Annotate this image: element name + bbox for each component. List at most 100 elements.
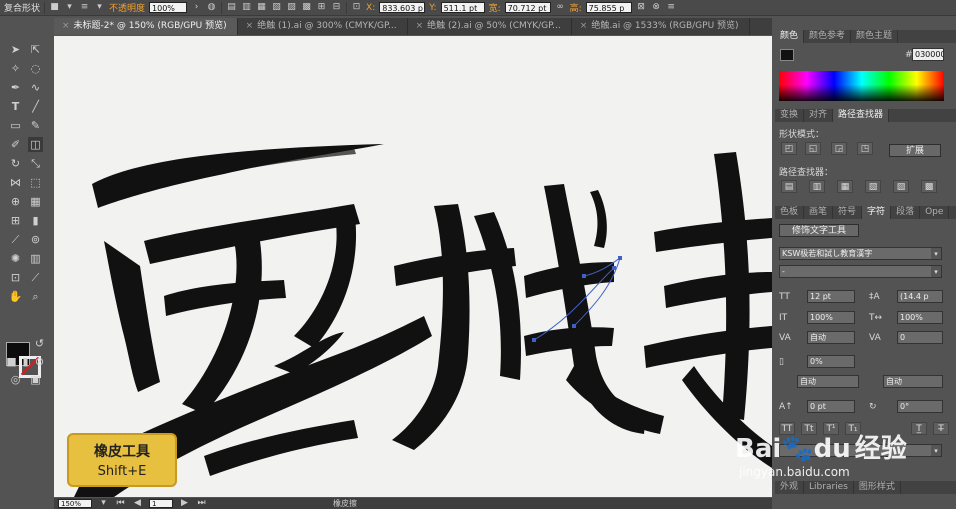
outline-icon[interactable]: ▨ xyxy=(893,180,909,193)
align-icon[interactable]: ▤ xyxy=(226,2,237,13)
tab-pathfinder[interactable]: 路径查找器 xyxy=(833,109,890,122)
minus-back-icon[interactable]: ▩ xyxy=(921,180,937,193)
tab-character[interactable]: 字符 xyxy=(862,206,892,219)
reference-point-icon[interactable]: ⊡ xyxy=(351,2,362,13)
gradient-tool-icon[interactable]: ▮ xyxy=(28,213,43,228)
zoom-tool-icon[interactable]: ⌕ xyxy=(28,289,43,304)
divide-icon[interactable]: ▤ xyxy=(781,180,797,193)
curvature-tool-icon[interactable]: ∿ xyxy=(28,80,43,95)
strikethrough-icon[interactable]: T̶ xyxy=(933,422,949,435)
aki-right-field[interactable]: 自动 xyxy=(883,375,943,388)
artboard-tool-icon[interactable]: ⊡ xyxy=(8,270,23,285)
lasso-icon[interactable]: ◌ xyxy=(28,61,43,76)
opacity-label[interactable]: 不透明度 xyxy=(109,1,145,14)
recolor-icon[interactable]: ◍ xyxy=(206,2,217,13)
eraser-tool-icon[interactable]: ◫ xyxy=(28,137,43,152)
close-icon[interactable]: × xyxy=(62,21,70,31)
slice-tool-icon[interactable]: ⟋ xyxy=(28,270,43,285)
isolate-icon[interactable]: ⊗ xyxy=(651,2,662,13)
tab-libraries[interactable]: Libraries xyxy=(804,481,854,494)
intersect-icon[interactable]: ◲ xyxy=(831,142,847,155)
none-mode-icon[interactable]: ⊘ xyxy=(32,354,47,369)
tab-jueshu[interactable]: × 绝触.ai @ 1533% (RGB/GPU 预览) xyxy=(572,18,750,35)
zoom-field[interactable]: 150% xyxy=(58,499,92,508)
tracking-field[interactable]: 0 xyxy=(897,331,943,344)
tab-jueshu-2[interactable]: × 绝触 (2).ai @ 50% (CMYK/GP... xyxy=(408,18,572,35)
distribute-icon[interactable]: ⊞ xyxy=(316,2,327,13)
stroke-swatch-icon[interactable]: ■ xyxy=(49,2,60,13)
touch-type-button[interactable]: 修饰文字工具 xyxy=(779,224,859,237)
tab-untitled-2[interactable]: × 未标题-2* @ 150% (RGB/GPU 预览) xyxy=(54,18,238,35)
distribute-icon[interactable]: ⊟ xyxy=(331,2,342,13)
close-icon[interactable]: × xyxy=(580,21,588,31)
kerning-field[interactable]: 自动 xyxy=(807,331,855,344)
screen-mode-icon[interactable]: ▣ xyxy=(28,372,43,387)
tab-swatches[interactable]: 色板 xyxy=(775,206,805,219)
width-tool-icon[interactable]: ⋈ xyxy=(8,175,23,190)
symbol-sprayer-icon[interactable]: ✺ xyxy=(8,251,23,266)
chevron-down-icon[interactable]: ▾ xyxy=(931,266,941,277)
align-icon[interactable]: ▧ xyxy=(271,2,282,13)
tab-color-themes[interactable]: 颜色主题 xyxy=(851,30,899,43)
shape-builder-icon[interactable]: ⊕ xyxy=(8,194,23,209)
scale-tool-icon[interactable]: ⤡ xyxy=(28,156,43,171)
opacity-field[interactable]: 100% xyxy=(149,2,188,13)
tab-graphic-styles[interactable]: 图形样式 xyxy=(854,481,901,494)
magic-wand-icon[interactable]: ✧ xyxy=(8,61,23,76)
paintbrush-icon[interactable]: ✎ xyxy=(28,118,43,133)
eyedropper-icon[interactable]: ⟋ xyxy=(8,232,23,247)
exclude-icon[interactable]: ◳ xyxy=(857,142,873,155)
font-size-field[interactable]: 12 pt xyxy=(807,290,855,303)
link-icon[interactable]: ∞ xyxy=(555,2,566,13)
tab-jueshu-1[interactable]: × 绝触 (1).ai @ 300% (CMYK/GP... xyxy=(238,18,408,35)
gradient-mode-icon[interactable]: ▮ xyxy=(18,354,33,369)
brush-icon[interactable]: ≡ xyxy=(79,2,90,13)
previous-artboard-icon[interactable]: ◀ xyxy=(132,498,143,509)
tab-symbols[interactable]: 符号 xyxy=(833,206,863,219)
fill-stroke-mini-icon[interactable] xyxy=(780,49,794,61)
baseline-shift-field[interactable]: 0 pt xyxy=(807,400,855,413)
line-tool-icon[interactable]: ╱ xyxy=(28,99,43,114)
chevron-down-icon[interactable]: ▾ xyxy=(931,248,941,259)
free-transform-icon[interactable]: ⬚ xyxy=(28,175,43,190)
crop-icon[interactable]: ▧ xyxy=(865,180,881,193)
font-style-field[interactable]: - ▾ xyxy=(779,265,942,278)
chevron-down-icon[interactable]: ▾ xyxy=(94,2,105,13)
font-family-field[interactable]: KSW极若和試し教育漢字 ▾ xyxy=(779,247,942,260)
underline-icon[interactable]: T̲ xyxy=(911,422,927,435)
selection-tool-icon[interactable]: ➤ xyxy=(8,42,23,57)
rotate-tool-icon[interactable]: ↻ xyxy=(8,156,23,171)
transform-icon[interactable]: ⊠ xyxy=(636,2,647,13)
tab-color[interactable]: 颜色 xyxy=(775,30,805,43)
color-spectrum[interactable] xyxy=(779,71,944,101)
tsume-field[interactable]: 0% xyxy=(807,355,855,368)
pen-tool-icon[interactable]: ✒ xyxy=(8,80,23,95)
tab-transform[interactable]: 变换 xyxy=(775,109,805,122)
leading-field[interactable]: (14.4 p xyxy=(897,290,943,303)
merge-icon[interactable]: ▦ xyxy=(837,180,853,193)
rotation-field[interactable]: 0° xyxy=(897,400,943,413)
horizontal-scale-field[interactable]: 100% xyxy=(897,311,943,324)
unite-icon[interactable]: ◰ xyxy=(781,142,797,155)
tab-brushes[interactable]: 画笔 xyxy=(804,206,834,219)
hand-tool-icon[interactable]: ✋ xyxy=(8,289,23,304)
y-field[interactable]: 511.1 pt xyxy=(440,2,485,13)
close-icon[interactable]: × xyxy=(416,21,424,31)
tab-align[interactable]: 对齐 xyxy=(804,109,834,122)
artboard-canvas[interactable] xyxy=(54,36,772,497)
hex-field[interactable]: 030000 xyxy=(912,48,944,61)
mesh-tool-icon[interactable]: ⊞ xyxy=(8,213,23,228)
tab-appearance[interactable]: 外观 xyxy=(775,481,805,494)
tab-color-guide[interactable]: 颜色参考 xyxy=(804,30,852,43)
align-icon[interactable]: ▦ xyxy=(256,2,267,13)
color-mode-icon[interactable]: ■ xyxy=(4,354,19,369)
perspective-grid-icon[interactable]: ▦ xyxy=(28,194,43,209)
chevron-right-icon[interactable]: › xyxy=(191,2,202,13)
x-field[interactable]: 833.603 p xyxy=(379,2,426,13)
align-icon[interactable]: ▨ xyxy=(286,2,297,13)
vertical-scale-field[interactable]: 100% xyxy=(807,311,855,324)
align-icon[interactable]: ▥ xyxy=(241,2,252,13)
last-artboard-icon[interactable]: ⏭ xyxy=(196,498,207,509)
column-graph-icon[interactable]: ▥ xyxy=(28,251,43,266)
chevron-down-icon[interactable]: ▾ xyxy=(64,2,75,13)
